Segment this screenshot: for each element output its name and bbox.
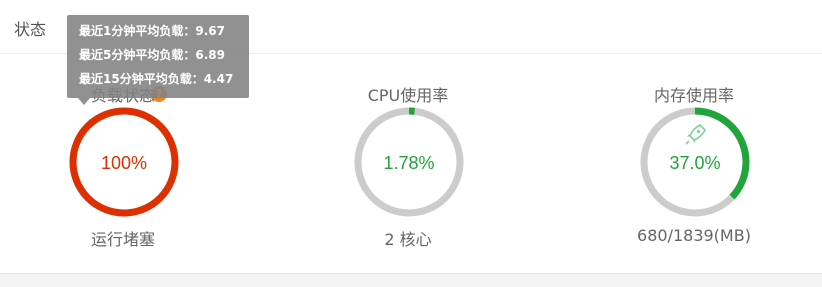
memory-gauge-ring: 37.0% [640,107,750,217]
load-gauge-status: 运行堵塞 [90,230,155,249]
load-gauge-value: 100% [101,153,147,173]
status-panel: 状态 负载状态 ? 100% 运行堵塞 CPU使用率 1.78% 2 核心 内存… [0,0,822,274]
load-gauge-ring: 100% [69,107,179,217]
memory-gauge-value: 37.0% [669,153,720,173]
cpu-gauge-ring: 1.78% [354,107,464,217]
load-average-tooltip: 最近1分钟平均负载：9.67 最近5分钟平均负载：6.89 最近15分钟平均负载… [67,15,249,105]
cpu-gauge[interactable]: CPU使用率 1.78% 2 核心 [318,82,498,252]
memory-usage-detail: 680/1839(MB) [637,226,751,245]
load-5min: 最近5分钟平均负载：6.89 [79,48,225,62]
panel-title: 状态 [14,20,47,39]
memory-gauge[interactable]: 内存使用率 37.0% 680/1839(MB) [604,82,784,252]
cpu-core-count: 2 核心 [384,230,432,249]
cpu-gauge-label: CPU使用率 [367,86,449,105]
load-15min: 最近15分钟平均负载：4.47 [79,72,234,86]
tooltip-arrow [78,98,90,105]
rocket-icon[interactable] [685,124,706,145]
load-1min: 最近1分钟平均负载：9.67 [79,24,225,38]
cpu-gauge-value: 1.78% [383,153,434,173]
load-gauge[interactable]: 负载状态 ? 100% 运行堵塞 [33,82,213,252]
memory-gauge-label: 内存使用率 [653,86,734,105]
